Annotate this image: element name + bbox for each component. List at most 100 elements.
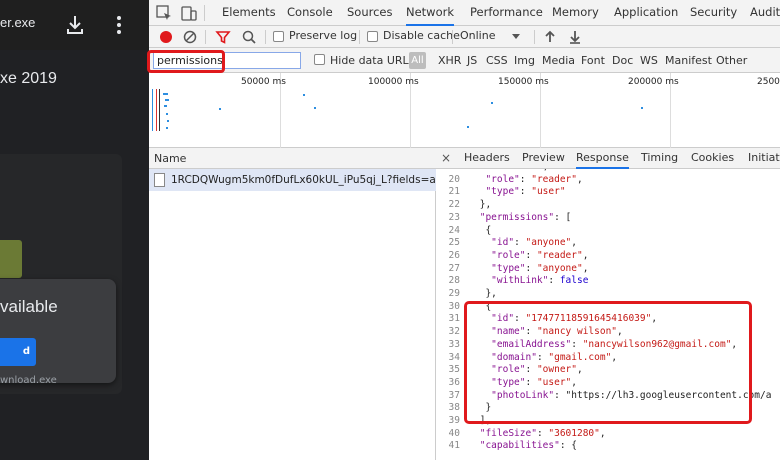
- timeline-request-bar: [314, 107, 316, 109]
- line-number: 25: [448, 237, 460, 249]
- timeline-request-bar: [164, 105, 167, 107]
- preserve-log-checkbox[interactable]: [273, 31, 284, 42]
- line-number: 30: [448, 300, 460, 312]
- tab-console[interactable]: Console: [287, 0, 333, 26]
- line-number: 40: [448, 427, 460, 439]
- hide-data-urls-checkbox[interactable]: [314, 54, 325, 65]
- timeline-request-bar: [303, 94, 305, 96]
- update-toast: vailable d: [0, 279, 116, 383]
- code-text: "id": "anyone",: [491, 237, 578, 249]
- line-number: 34: [448, 351, 460, 363]
- device-toolbar-icon[interactable]: [180, 4, 198, 22]
- line-number: 39: [448, 415, 460, 426]
- download-icon[interactable]: [65, 14, 85, 36]
- tab-preview[interactable]: Preview: [522, 148, 565, 169]
- filter-type-manifest[interactable]: Manifest: [665, 54, 712, 67]
- timeline-request-bar: [167, 120, 169, 122]
- network-overview-timeline[interactable]: 50000 ms 100000 ms 150000 ms 200000 ms 2…: [149, 73, 780, 148]
- filter-type-xhr[interactable]: XHR: [438, 54, 461, 67]
- timeline-tick-label: 25000: [757, 77, 780, 87]
- code-text: },: [474, 288, 497, 299]
- record-icon[interactable]: [157, 28, 175, 46]
- line-number: 36: [448, 376, 460, 388]
- devtools-tab-bar: Elements Console Sources Network Perform…: [149, 0, 780, 26]
- request-list: Name 1RCDQWugm5km0fDufLx60kUL_iPu5qj_L?f…: [149, 148, 453, 460]
- timeline-request-bar: [491, 102, 493, 104]
- timeline-tick-label: 150000 ms: [498, 77, 549, 87]
- tab-application[interactable]: Application: [614, 0, 678, 26]
- filter-icon[interactable]: [214, 28, 232, 46]
- timeline-marker-red: [156, 89, 157, 131]
- tab-memory[interactable]: Memory: [552, 0, 599, 26]
- line-number: 33: [448, 338, 460, 350]
- file-subtitle: wnload.exe: [0, 375, 57, 386]
- background-app-window: er.exe xe 2019 vailable d wnload.exe: [0, 0, 149, 460]
- clear-icon[interactable]: [181, 28, 199, 46]
- throttling-select[interactable]: Online: [460, 29, 495, 42]
- line-number: 26: [448, 249, 460, 261]
- name-column-header[interactable]: Name: [149, 148, 436, 169]
- filter-type-all[interactable]: All: [409, 52, 426, 69]
- request-row[interactable]: 1RCDQWugm5km0fDufLx60kUL_iPu5qj_L?fields…: [149, 169, 453, 191]
- close-icon[interactable]: ×: [441, 151, 451, 165]
- tab-elements[interactable]: Elements: [222, 0, 276, 26]
- export-har-icon[interactable]: [566, 28, 584, 46]
- timeline-request-bar: [165, 99, 169, 101]
- tab-response[interactable]: Response: [576, 148, 629, 169]
- filter-type-font[interactable]: Font: [581, 54, 605, 67]
- tab-timing[interactable]: Timing: [641, 148, 678, 169]
- import-har-icon[interactable]: [541, 28, 559, 46]
- search-icon[interactable]: [240, 28, 258, 46]
- timeline-tick-label: 100000 ms: [368, 77, 419, 87]
- filter-bar: Hide data URLs All XHR JS CSS Img Media …: [149, 48, 780, 73]
- timeline-tick-label: 50000 ms: [241, 77, 286, 87]
- more-vert-icon[interactable]: [111, 14, 127, 36]
- filter-type-media[interactable]: Media: [542, 54, 575, 67]
- code-text: "role": "reader",: [491, 249, 589, 261]
- disable-cache-checkbox[interactable]: [367, 31, 378, 42]
- line-number: 38: [448, 402, 460, 414]
- tab-initiator[interactable]: Initiator: [748, 148, 780, 169]
- line-number: 35: [448, 364, 460, 376]
- tab-security[interactable]: Security: [690, 0, 737, 26]
- filter-type-other[interactable]: Other: [716, 54, 747, 67]
- inspect-element-icon[interactable]: [155, 4, 173, 22]
- line-number: 31: [448, 313, 460, 325]
- filter-type-doc[interactable]: Doc: [612, 54, 633, 67]
- network-toolbar: Preserve log Disable cache Online: [149, 26, 780, 48]
- page-heading: xe 2019: [0, 70, 57, 87]
- timeline-marker-dark: [159, 89, 160, 131]
- filter-type-js[interactable]: JS: [467, 54, 477, 67]
- tab-performance[interactable]: Performance: [470, 0, 543, 26]
- timeline-request-bar: [467, 126, 469, 128]
- tab-cookies[interactable]: Cookies: [691, 148, 734, 169]
- toolbar-divider: [205, 30, 206, 44]
- toolbar-divider: [452, 30, 453, 44]
- line-number: 22: [448, 199, 460, 211]
- code-text: "type": "anyone",: [491, 262, 589, 274]
- name-column-label: Name: [154, 152, 187, 165]
- code-text: "type": "user": [485, 186, 566, 198]
- toolbar-divider: [204, 5, 205, 21]
- tab-sources[interactable]: Sources: [347, 0, 393, 26]
- tab-audits[interactable]: Audits: [750, 0, 780, 26]
- timeline-tick-label: 200000 ms: [628, 77, 679, 87]
- tab-headers[interactable]: Headers: [464, 148, 510, 169]
- line-number: 37: [448, 389, 460, 401]
- thumbnail-image: [0, 240, 22, 278]
- line-number: 27: [448, 262, 460, 274]
- tab-network[interactable]: Network: [406, 0, 455, 26]
- filter-type-ws[interactable]: WS: [640, 54, 658, 67]
- line-number: 32: [448, 326, 460, 338]
- line-number: 19: [436, 169, 460, 172]
- filter-type-css[interactable]: CSS: [486, 54, 508, 67]
- line-number: 23: [448, 211, 460, 223]
- toast-message: vailable: [0, 297, 58, 316]
- toast-action-button[interactable]: d: [0, 338, 36, 366]
- code-text: "role": "reader",: [485, 173, 583, 185]
- request-name: 1RCDQWugm5km0fDufLx60kUL_iPu5qj_L?fields…: [171, 174, 453, 186]
- chevron-down-icon[interactable]: [511, 29, 521, 43]
- code-text: "permissions": [: [479, 211, 572, 223]
- filter-type-img[interactable]: Img: [514, 54, 535, 67]
- timeline-request-bar: [166, 127, 168, 129]
